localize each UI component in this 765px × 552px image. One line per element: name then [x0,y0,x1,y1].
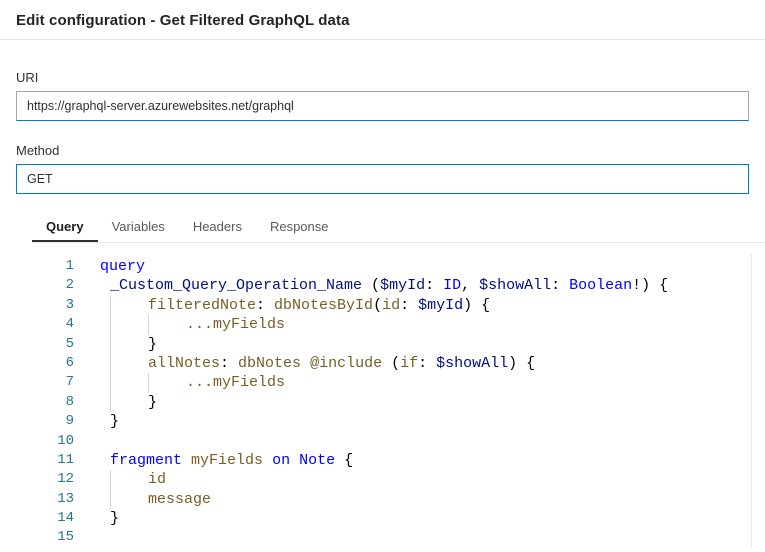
indent-guide [148,315,149,334]
uri-label: URI [16,70,765,85]
line-number: 10 [32,432,74,451]
line-number: 7 [32,373,74,392]
line-number: 3 [32,296,74,315]
code-line-content: ...myFields [100,315,751,334]
indent-guide [110,470,111,489]
indent-guide [110,354,111,373]
line-number: 4 [32,315,74,334]
line-number: 6 [32,354,74,373]
edit-configuration-panel: Edit configuration - Get Filtered GraphQ… [0,0,765,548]
code-line[interactable]: 11 fragment myFields on Note { [32,451,751,470]
indent-guide [110,335,111,354]
line-number: 2 [32,276,74,295]
tab-response[interactable]: Response [256,214,343,242]
tab-headers[interactable]: Headers [179,214,256,242]
code-line[interactable]: 1 query [32,257,751,276]
indent-guide [148,373,149,392]
line-number: 14 [32,509,74,528]
code-line-content: } [100,509,751,528]
uri-input[interactable] [16,91,749,121]
indent-guide [110,490,111,509]
panel-header: Edit configuration - Get Filtered GraphQ… [0,0,765,40]
method-field-group: Method [16,143,765,194]
code-line[interactable]: 10 [32,432,751,451]
line-number: 13 [32,490,74,509]
code-line[interactable]: 15 [32,528,751,547]
code-line-content: ...myFields [100,373,751,392]
code-line[interactable]: 4 ...myFields [32,315,751,334]
code-line[interactable]: 9} [32,412,751,431]
indent-guide [110,373,111,392]
code-line-content: message [100,490,751,509]
code-line[interactable]: 13 message [32,490,751,509]
line-number: 5 [32,335,74,354]
code-line-content: _Custom_Query_Operation_Name ($myId: ID,… [100,276,751,295]
code-line[interactable]: 2 _Custom_Query_Operation_Name ($myId: ID… [32,276,751,295]
code-line-content: fragment myFields on Note { [100,451,751,470]
indent-guide [110,296,111,315]
configuration-form: URI Method [0,40,765,194]
code-line[interactable]: 7 ...myFields [32,373,751,392]
line-number: 8 [32,393,74,412]
code-line-content: query [100,257,751,276]
code-line[interactable]: 8} [32,393,751,412]
line-number: 12 [32,470,74,489]
indent-guide [110,393,111,412]
code-line[interactable]: 5} [32,335,751,354]
code-editor[interactable]: 1 query 2 _Custom_Query_Operation_Name ($my… [32,254,752,548]
code-line-content: } [100,335,751,354]
tab-query[interactable]: Query [32,214,98,242]
method-input[interactable] [16,164,749,194]
uri-field-group: URI [16,70,765,121]
code-line-content [100,432,751,451]
code-line[interactable]: 12 id [32,470,751,489]
line-number: 15 [32,528,74,547]
method-label: Method [16,143,765,158]
code-line-content [100,528,751,547]
line-number: 9 [32,412,74,431]
code-line-content: filteredNote: dbNotesById(id: $myId) { [100,296,751,315]
code-line-content: id [100,470,751,489]
tab-bar: QueryVariablesHeadersResponse [32,214,765,243]
code-line-content: } [100,412,751,431]
tab-variables[interactable]: Variables [98,214,179,242]
line-number: 1 [32,257,74,276]
code-line-content: allNotes: dbNotes @include (if: $showAll… [100,354,751,373]
code-line[interactable]: 6 allNotes: dbNotes @include (if: $showAl… [32,354,751,373]
code-line[interactable]: 3 filteredNote: dbNotesById(id: $myId) { [32,296,751,315]
code-line[interactable]: 14} [32,509,751,528]
indent-guide [110,315,111,334]
code-line-content: } [100,393,751,412]
page-title: Edit configuration - Get Filtered GraphQ… [16,12,749,29]
line-number: 11 [32,451,74,470]
